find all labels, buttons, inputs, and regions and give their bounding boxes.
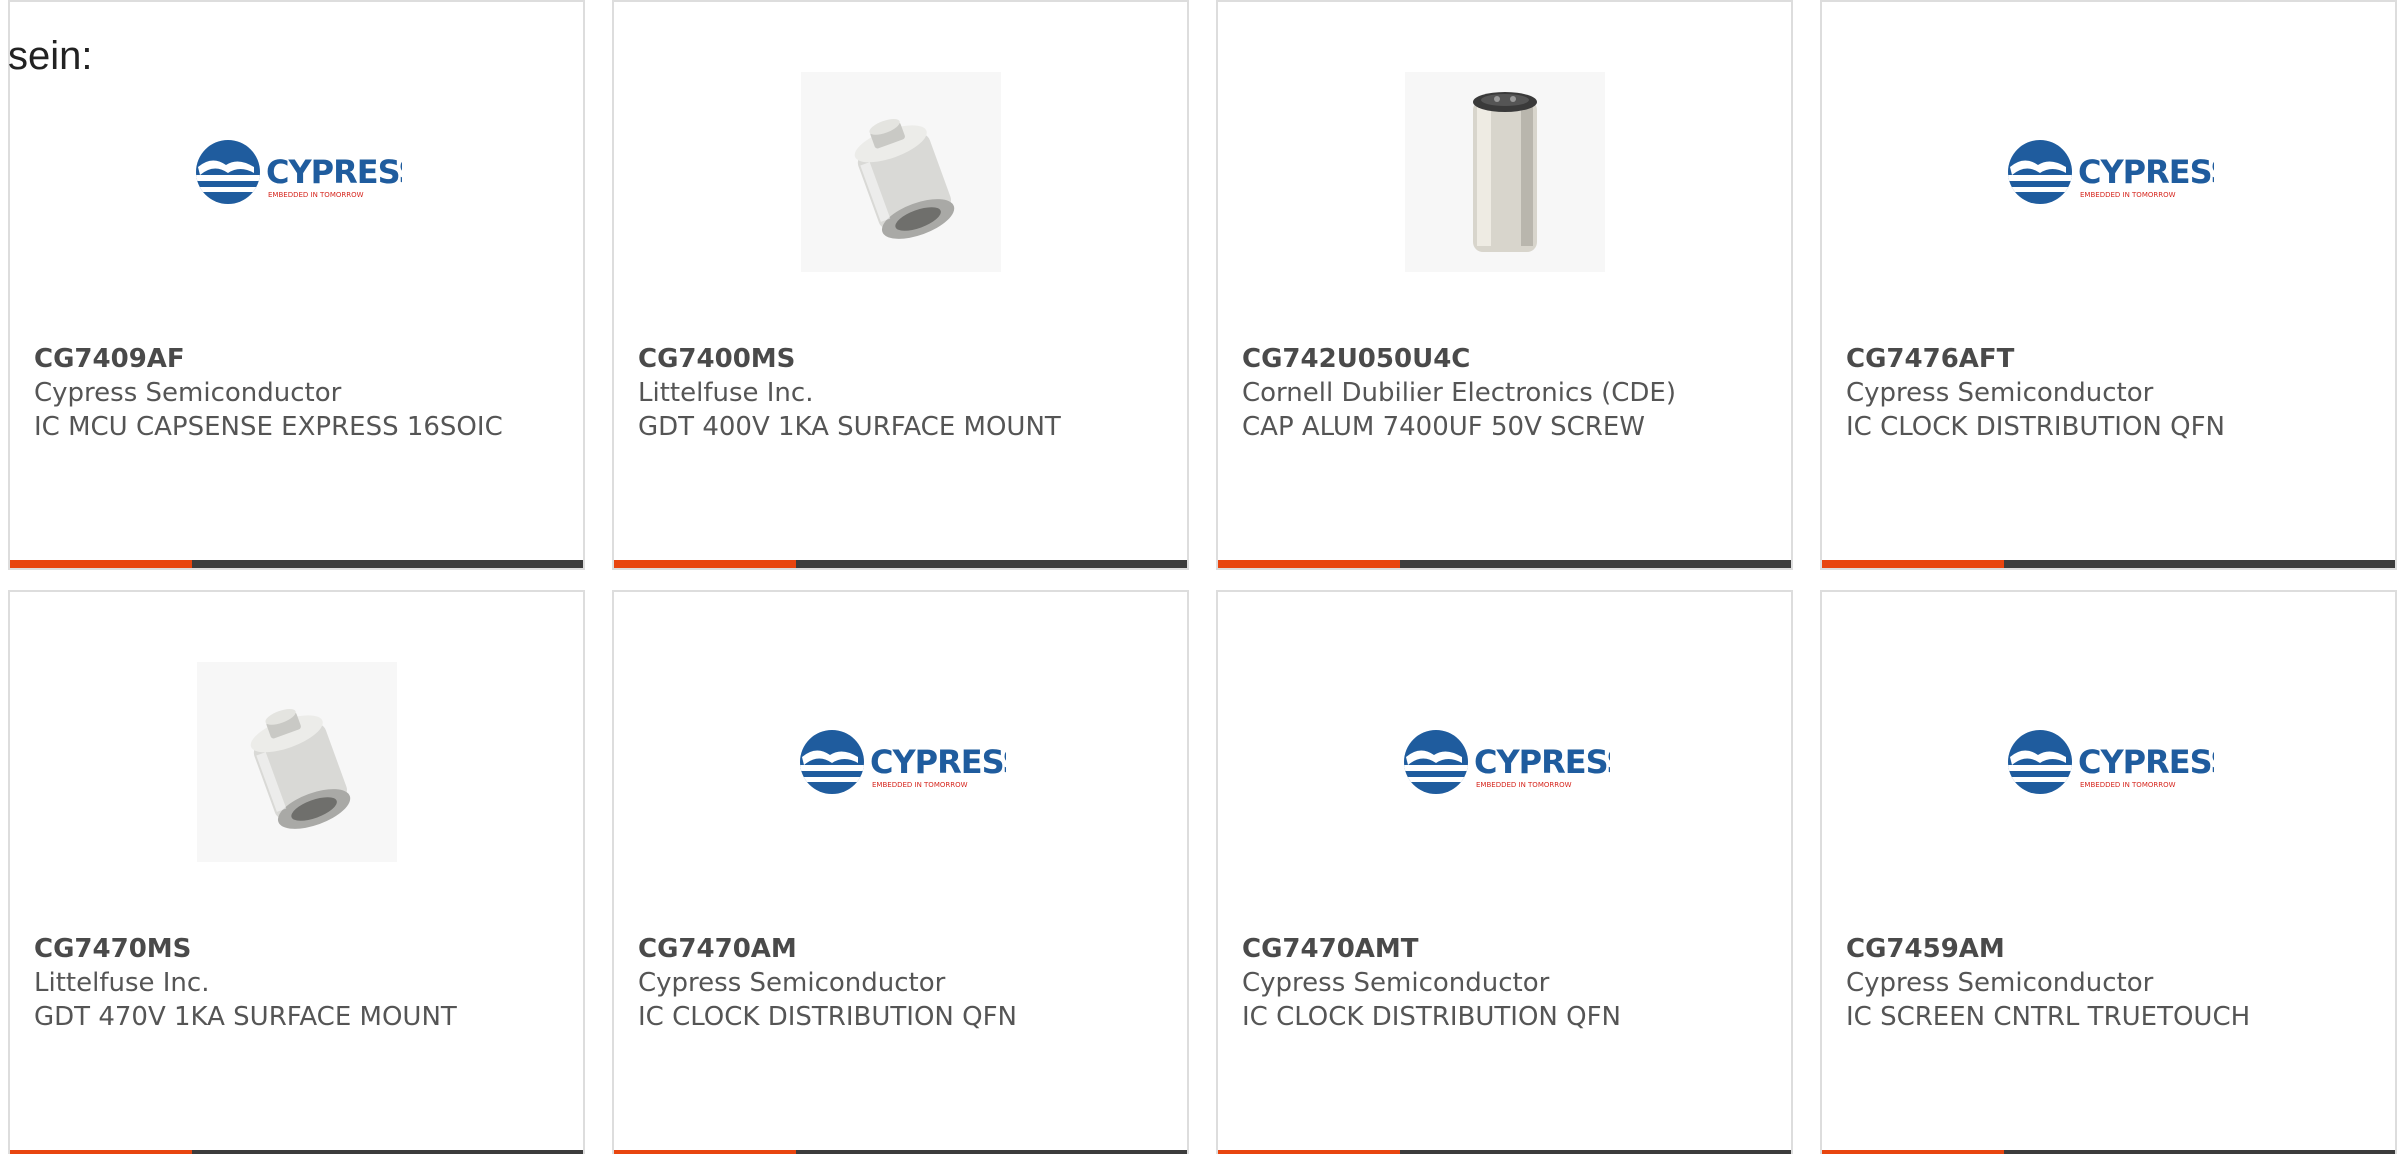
- cypress-logo-icon: CYPRESS EMBEDDED IN TOMORROW: [1403, 730, 1610, 794]
- product-card[interactable]: CYPRESS EMBEDDED IN TOMORROW CG7459AM Cy…: [1820, 590, 2397, 1154]
- description: GDT 400V 1KA SURFACE MOUNT: [638, 412, 1061, 442]
- card-bar-accent: [614, 1150, 796, 1154]
- description: IC CLOCK DISTRIBUTION QFN: [1242, 1002, 1622, 1032]
- svg-text:EMBEDDED IN TOMORROW: EMBEDDED IN TOMORROW: [872, 781, 968, 789]
- manufacturer: Cypress Semiconductor: [34, 378, 342, 408]
- product-card[interactable]: CYPRESS EMBEDDED IN TOMORROW CG7476AFT C…: [1820, 0, 2397, 570]
- card-bar-accent: [1822, 560, 2004, 568]
- product-card[interactable]: CG742U050U4C Cornell Dubilier Electronic…: [1216, 0, 1793, 570]
- product-image: [614, 62, 1187, 282]
- card-bar-accent: [1218, 560, 1400, 568]
- svg-text:EMBEDDED IN TOMORROW: EMBEDDED IN TOMORROW: [2080, 781, 2176, 789]
- product-grid-page: sein: CYPRESS EMBEDDED IN TOMORROW CG740…: [0, 0, 2400, 1154]
- cypress-logo-icon: CYPRESS EMBEDDED IN TOMORROW: [2007, 730, 2214, 794]
- svg-text:CYPRESS: CYPRESS: [1474, 743, 1610, 781]
- svg-text:CYPRESS: CYPRESS: [870, 743, 1006, 781]
- manufacturer: Cornell Dubilier Electronics (CDE): [1242, 378, 1676, 408]
- part-number[interactable]: CG7476AFT: [1846, 342, 2371, 376]
- product-image: CYPRESS EMBEDDED IN TOMORROW: [10, 62, 583, 282]
- product-card[interactable]: CG7400MS Littelfuse Inc. GDT 400V 1KA SU…: [612, 0, 1189, 570]
- card-bar: [614, 1150, 1187, 1154]
- manufacturer: Cypress Semiconductor: [1242, 968, 1550, 998]
- description: IC CLOCK DISTRIBUTION QFN: [638, 1002, 1018, 1032]
- card-bar: [1822, 560, 2395, 568]
- svg-text:CYPRESS: CYPRESS: [2078, 153, 2214, 191]
- part-number[interactable]: CG7470MS: [34, 932, 559, 966]
- product-image: CYPRESS EMBEDDED IN TOMORROW: [1218, 652, 1791, 872]
- description: IC SCREEN CNTRL TRUETOUCH: [1846, 1002, 2251, 1032]
- manufacturer: Cypress Semiconductor: [1846, 378, 2154, 408]
- product-card[interactable]: CYPRESS EMBEDDED IN TOMORROW CG7470AM Cy…: [612, 590, 1189, 1154]
- product-card[interactable]: CYPRESS EMBEDDED IN TOMORROW CG7409AF Cy…: [8, 0, 585, 570]
- gdt-component-icon: [196, 662, 397, 862]
- capacitor-can-icon: [1404, 72, 1605, 272]
- product-image: [10, 652, 583, 872]
- svg-text:EMBEDDED IN TOMORROW: EMBEDDED IN TOMORROW: [1476, 781, 1572, 789]
- part-number[interactable]: CG7470AM: [638, 932, 1163, 966]
- intro-text: sein:: [8, 34, 93, 78]
- svg-text:CYPRESS: CYPRESS: [266, 153, 402, 191]
- part-number[interactable]: CG7459AM: [1846, 932, 2371, 966]
- card-bar-accent: [1822, 1150, 2004, 1154]
- svg-text:EMBEDDED IN TOMORROW: EMBEDDED IN TOMORROW: [2080, 191, 2176, 199]
- part-number[interactable]: CG7409AF: [34, 342, 559, 376]
- part-number[interactable]: CG7470AMT: [1242, 932, 1767, 966]
- cypress-logo-icon: CYPRESS EMBEDDED IN TOMORROW: [2007, 140, 2214, 204]
- cypress-logo-icon: CYPRESS EMBEDDED IN TOMORROW: [195, 140, 402, 204]
- manufacturer: Cypress Semiconductor: [1846, 968, 2154, 998]
- description: IC MCU CAPSENSE EXPRESS 16SOIC: [34, 412, 503, 442]
- part-number[interactable]: CG742U050U4C: [1242, 342, 1767, 376]
- card-bar: [1218, 560, 1791, 568]
- card-bar: [10, 1150, 583, 1154]
- part-number[interactable]: CG7400MS: [638, 342, 1163, 376]
- svg-text:CYPRESS: CYPRESS: [2078, 743, 2214, 781]
- card-bar: [1218, 1150, 1791, 1154]
- description: GDT 470V 1KA SURFACE MOUNT: [34, 1002, 457, 1032]
- manufacturer: Littelfuse Inc.: [34, 968, 210, 998]
- card-bar: [1822, 1150, 2395, 1154]
- gdt-component-icon: [800, 72, 1001, 272]
- product-card[interactable]: CYPRESS EMBEDDED IN TOMORROW CG7470AMT C…: [1216, 590, 1793, 1154]
- manufacturer: Cypress Semiconductor: [638, 968, 946, 998]
- svg-text:EMBEDDED IN TOMORROW: EMBEDDED IN TOMORROW: [268, 191, 364, 199]
- product-image: CYPRESS EMBEDDED IN TOMORROW: [1822, 652, 2395, 872]
- product-image: CYPRESS EMBEDDED IN TOMORROW: [1822, 62, 2395, 282]
- card-bar-accent: [614, 560, 796, 568]
- product-image: CYPRESS EMBEDDED IN TOMORROW: [614, 652, 1187, 872]
- description: CAP ALUM 7400UF 50V SCREW: [1242, 412, 1645, 442]
- manufacturer: Littelfuse Inc.: [638, 378, 814, 408]
- card-bar-accent: [1218, 1150, 1400, 1154]
- description: IC CLOCK DISTRIBUTION QFN: [1846, 412, 2226, 442]
- product-image: [1218, 62, 1791, 282]
- product-card[interactable]: CG7470MS Littelfuse Inc. GDT 470V 1KA SU…: [8, 590, 585, 1154]
- card-bar-accent: [10, 560, 192, 568]
- card-bar: [10, 560, 583, 568]
- card-bar-accent: [10, 1150, 192, 1154]
- cypress-logo-icon: CYPRESS EMBEDDED IN TOMORROW: [799, 730, 1006, 794]
- card-bar: [614, 560, 1187, 568]
